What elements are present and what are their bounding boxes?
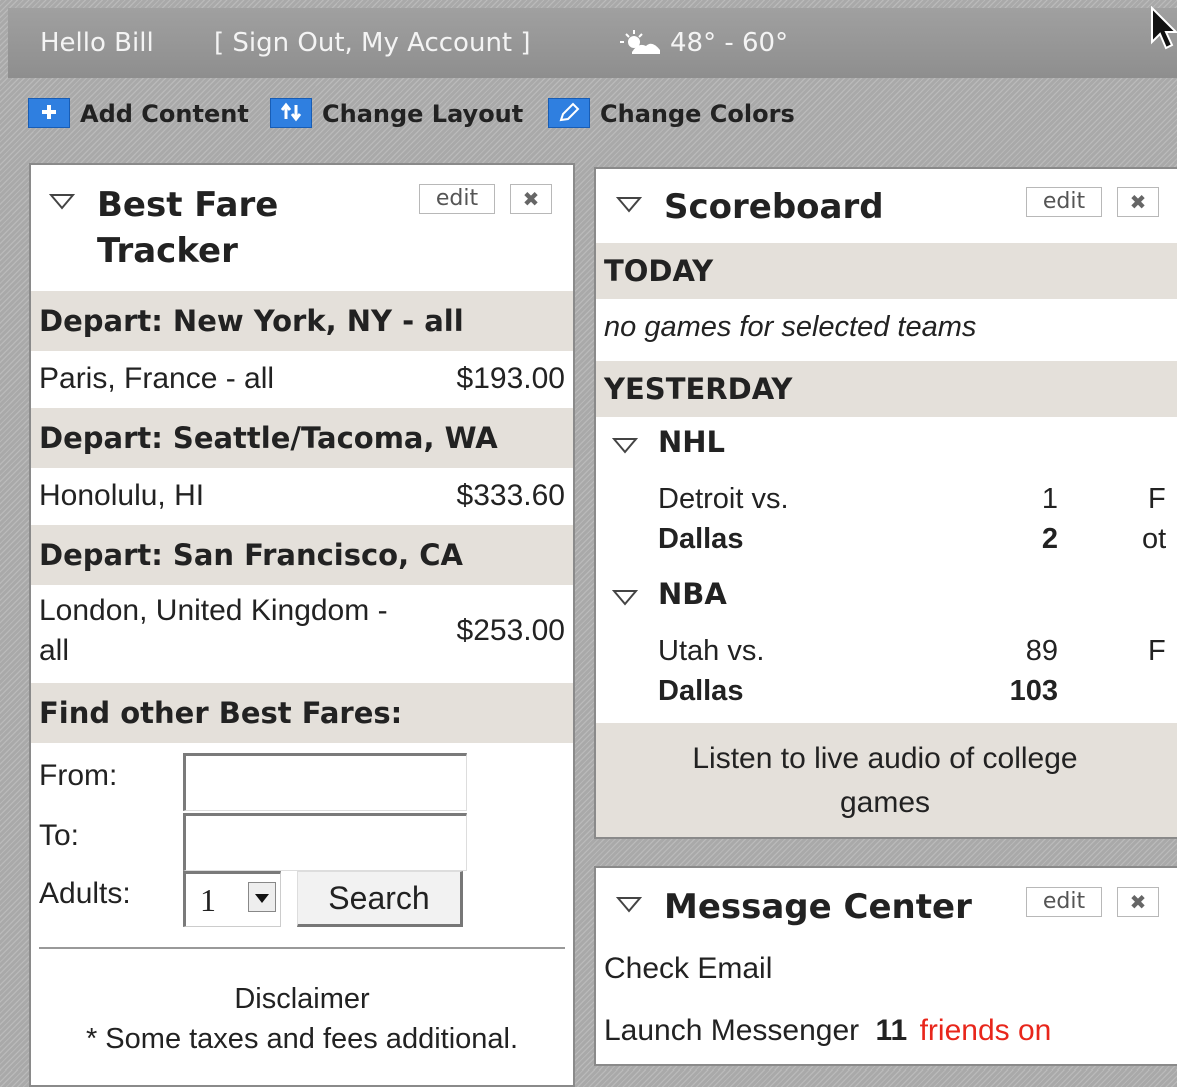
divider <box>39 947 565 949</box>
fare-row[interactable]: Paris, France - all $193.00 <box>31 351 573 407</box>
fare-price: $333.60 <box>456 479 565 512</box>
from-input[interactable] <box>183 753 467 811</box>
team-score: 89 <box>1025 635 1058 667</box>
find-fares-heading: Find other Best Fares: <box>31 683 573 743</box>
depart-header: Depart: San Francisco, CA <box>31 525 573 585</box>
change-layout-button[interactable]: Change Layout <box>270 98 524 130</box>
best-fare-tracker-panel: Best Fare Tracker edit ✖ Depart: New Yor… <box>29 163 575 1087</box>
launch-messenger-link[interactable]: Launch Messenger <box>604 1014 859 1047</box>
adults-value: 1 <box>200 882 216 918</box>
pencil-icon <box>548 98 590 128</box>
team-score: 103 <box>1009 675 1058 707</box>
mouse-cursor-icon <box>1150 5 1177 52</box>
panel-title: Scoreboard <box>664 187 884 227</box>
close-button[interactable]: ✖ <box>1117 187 1159 217</box>
collapse-triangle-icon[interactable] <box>611 589 639 611</box>
swap-arrows-icon <box>270 98 312 128</box>
to-label: To: <box>39 819 80 852</box>
game-status: F <box>1148 635 1166 667</box>
edit-button[interactable]: edit <box>1026 887 1102 917</box>
team-name: Detroit vs. <box>658 483 789 515</box>
change-layout-label: Change Layout <box>322 100 524 128</box>
add-content-button[interactable]: Add Content <box>28 98 249 130</box>
weather-temp: 48° - 60° <box>670 28 789 58</box>
weather-sun-icon <box>618 28 662 62</box>
fare-price: $253.00 <box>456 614 565 647</box>
adults-label: Adults: <box>39 877 131 910</box>
adults-select[interactable]: 1 <box>183 871 281 927</box>
disclaimer-text: * Some taxes and fees additional. <box>85 1023 519 1055</box>
search-button[interactable]: Search <box>297 871 463 927</box>
depart-header: Depart: New York, NY - all <box>31 291 573 351</box>
fare-row[interactable]: London, United Kingdom - all $253.00 <box>31 591 573 681</box>
league-nba-label[interactable]: NBA <box>658 577 727 611</box>
depart-header: Depart: Seattle/Tacoma, WA <box>31 408 573 468</box>
add-content-label: Add Content <box>80 100 249 128</box>
message-center-panel: Message Center edit ✖ Check Email Launch… <box>594 866 1177 1066</box>
friends-online-link[interactable]: friends on <box>920 1014 1052 1047</box>
greeting-text: Hello Bill <box>40 28 154 58</box>
today-header: TODAY <box>596 243 1177 299</box>
today-note: no games for selected teams <box>604 311 977 343</box>
team-name: Dallas <box>658 675 744 707</box>
live-audio-text-cont: games <box>839 786 931 819</box>
check-email-link[interactable]: Check Email <box>604 952 772 986</box>
team-score: 2 <box>1041 523 1058 555</box>
top-bar: Hello Bill [ Sign Out, My Account ] 48° … <box>8 8 1177 78</box>
live-audio-text: Listen to live audio of college <box>692 742 1078 775</box>
collapse-triangle-icon[interactable] <box>611 437 639 459</box>
game-status: F <box>1148 483 1166 515</box>
close-button[interactable]: ✖ <box>510 184 552 214</box>
edit-button[interactable]: edit <box>419 184 495 214</box>
change-colors-button[interactable]: Change Colors <box>548 98 795 130</box>
fare-destination: Paris, France - all <box>39 362 275 395</box>
friends-count: 11 <box>875 1014 908 1047</box>
fare-row[interactable]: Honolulu, HI $333.60 <box>31 468 573 524</box>
fare-destination: Honolulu, HI <box>39 479 205 512</box>
yesterday-header: YESTERDAY <box>596 361 1177 417</box>
team-name: Dallas <box>658 523 744 555</box>
collapse-triangle-icon[interactable] <box>615 896 643 918</box>
game-status: ot <box>1142 523 1167 555</box>
league-nhl-label[interactable]: NHL <box>658 425 725 459</box>
close-button[interactable]: ✖ <box>1117 887 1159 917</box>
scoreboard-panel: Scoreboard edit ✖ TODAY no games for sel… <box>594 167 1177 839</box>
to-input[interactable] <box>183 813 467 871</box>
collapse-triangle-icon[interactable] <box>48 193 76 215</box>
dropdown-arrow-icon[interactable] <box>248 882 276 912</box>
panel-title: Best Fare Tracker <box>97 185 279 271</box>
messenger-row: Launch Messenger 11 friends on <box>604 1014 1051 1048</box>
team-name: Utah vs. <box>658 635 765 667</box>
fare-price: $193.00 <box>456 362 565 395</box>
from-label: From: <box>39 759 118 792</box>
panel-title: Message Center <box>664 887 972 927</box>
change-colors-label: Change Colors <box>600 100 795 128</box>
plus-icon <box>28 98 70 128</box>
account-links[interactable]: [ Sign Out, My Account ] <box>214 28 531 58</box>
live-audio-link[interactable]: Listen to live audio of college games <box>596 723 1177 837</box>
collapse-triangle-icon[interactable] <box>615 196 643 218</box>
edit-button[interactable]: edit <box>1026 187 1102 217</box>
disclaimer-title: Disclaimer <box>234 983 370 1015</box>
team-score: 1 <box>1041 483 1058 515</box>
